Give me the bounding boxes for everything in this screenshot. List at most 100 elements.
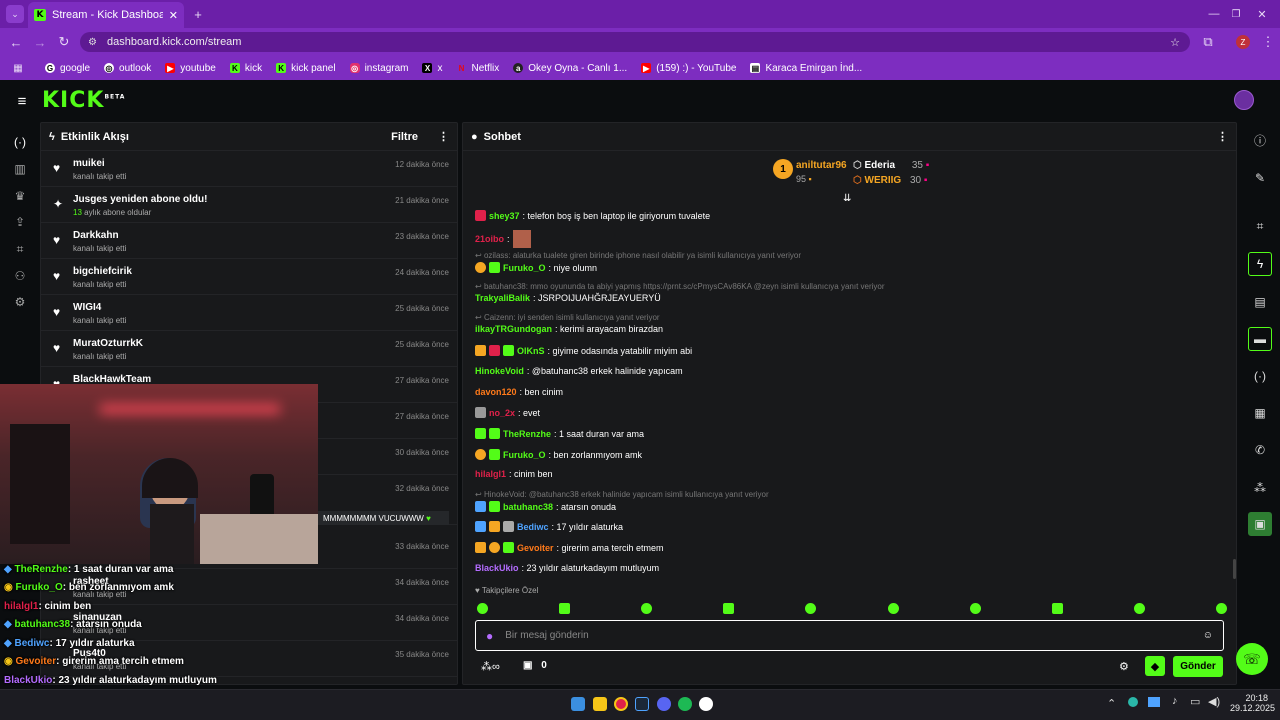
tab-close-icon[interactable]: ✕ [169,9,178,22]
chat-message[interactable]: Gevoiter: girerim ama tercih etmem [475,542,664,553]
chat-message[interactable]: Furuko_O: ben zorlanmıyom amk [475,449,642,460]
bookmark-x[interactable]: Xx [417,63,447,74]
spotify-icon[interactable] [678,697,692,711]
community-icon[interactable]: ⚇ [10,266,30,286]
tray-overflow-icon[interactable]: ⌃ [1107,697,1116,710]
emote-icon[interactable] [641,603,653,614]
emote-icon[interactable] [805,603,817,614]
screenshot-icon[interactable]: ⌗ [1248,214,1272,238]
back-icon[interactable]: ← [8,34,24,50]
volume-icon[interactable]: ◀) [1208,695,1220,708]
start-icon[interactable] [571,697,585,711]
emote-icon[interactable] [969,603,981,614]
maximize-icon[interactable]: ❐ [1228,6,1244,22]
quick-actions-icon[interactable]: ϟ [1248,252,1272,276]
mic-icon[interactable]: ● [486,629,493,643]
chat-message[interactable]: batuhanc38: atarsın onuda [475,501,616,512]
bookmark-youtube-2[interactable]: ▶ (159) :) - YouTube [636,63,741,74]
activity-item[interactable]: ♥ muikei kanalı takip etti 12 dakika önc… [41,151,457,187]
chat-reply-context[interactable]: ↩ HinokeVoid: @batuhanc38 erkek halinide… [475,490,769,499]
activity-item[interactable]: ♥ Darkkahn kanalı takip etti 23 dakika ö… [41,223,457,259]
document-icon[interactable]: ▤ [1248,290,1272,314]
bookmark-star-icon[interactable]: ☆ [1170,36,1180,49]
emote-icon[interactable] [887,603,899,614]
activity-menu-icon[interactable]: ⋮ [438,130,449,143]
chat-message[interactable]: davon120: ben cinim [475,387,563,397]
chat-user[interactable]: TrakyaliBalik [475,293,530,303]
profile-avatar[interactable]: Z [1236,35,1250,49]
hamburger-menu-icon[interactable]: ≡ [14,93,30,110]
steam-tray-icon[interactable] [1148,697,1160,707]
drops-counter[interactable]: ▣ 0 [523,660,547,671]
new-tab-icon[interactable]: + [190,6,206,22]
clock[interactable]: 20:18 29.12.2025 [1230,693,1275,713]
chat-reply-context[interactable]: ↩ batuhanc38: mmo oyununda ta abiyi yapm… [475,282,885,291]
url-bar[interactable]: ⚙ dashboard.kick.com/stream ☆ [80,32,1190,52]
chat-input[interactable]: ● Bir mesaj gönderin ☺ [475,620,1224,651]
chat-message[interactable]: Furuko_O: niye olumn [475,262,597,273]
bookmark-karaca[interactable]: ▤ Karaca Emirgan İnd... [745,63,867,74]
bookmark-netflix[interactable]: N Netflix [451,63,504,74]
chat-message[interactable]: no_2x: evet [475,407,540,418]
filter-button[interactable]: Filtre [391,131,418,143]
settings-gear-icon[interactable]: ⚙ [10,292,30,312]
live-icon[interactable]: (·) [10,132,30,152]
steam-icon[interactable] [635,697,649,711]
broadcast-icon[interactable]: (·) [1248,364,1272,388]
chat-user[interactable]: Bediwc [517,522,549,532]
mic-tray-icon[interactable]: ♪ [1172,695,1178,707]
kick-bot-icon[interactable]: ◆ [1145,656,1165,676]
chat-user[interactable]: Furuko_O [503,263,546,273]
chat-user[interactable]: BlackUkio [475,563,519,573]
reload-icon[interactable]: ↻ [56,34,72,50]
chat-message[interactable]: TheRenzhe: 1 saat duran var ama [475,428,644,439]
chat-message[interactable]: TrakyaliBalik: JSRPOIJUAHĞRJEAYUERYÜ [475,293,661,303]
chat-user[interactable]: shey37 [489,211,520,221]
emote-icon[interactable] [559,603,571,614]
emote-icon[interactable] [477,603,488,614]
chat-message[interactable]: ilkayTRGundogan: kerimi arayacam birazda… [475,324,663,334]
chat-toggle-icon[interactable]: ▬ [1248,327,1272,351]
chat-message[interactable]: hilalgl1: cinim ben [475,469,553,479]
send-button[interactable]: Gönder [1173,656,1223,677]
bookmark-google[interactable]: Ggoogle [40,63,95,74]
chat-user[interactable]: hilalgl1 [475,469,506,479]
activity-item[interactable]: ♥ MuratOzturrkK kanalı takip etti 25 dak… [41,331,457,367]
file-explorer-icon[interactable] [593,697,607,711]
chat-menu-icon[interactable]: ⋮ [1217,130,1228,143]
browser-tab[interactable]: K Stream - Kick Dashboard ✕ [28,2,184,28]
chat-reply-context[interactable]: ↩ ozilass: alaturka tualete giren birind… [475,251,801,260]
chat-user[interactable]: no_2x [489,408,515,418]
points-icon[interactable]: ⁂∞ [481,660,500,673]
analytics-icon[interactable]: ▥ [10,159,30,179]
forward-icon[interactable]: → [32,34,48,50]
user-avatar[interactable] [1234,90,1254,110]
leader-name[interactable]: aniltutar96 [796,160,847,171]
emote-icon[interactable] [723,603,735,614]
tab-search-icon[interactable]: ⌄ [6,5,24,23]
obs-icon[interactable] [699,697,713,711]
activity-item[interactable]: ♥ WIGI4 kanalı takip etti 25 dakika önce [41,295,457,331]
game-icon[interactable]: ▣ [1248,512,1272,536]
chat-user[interactable]: 21oibo [475,234,504,244]
discord-icon[interactable] [657,697,671,711]
chat-message[interactable]: BlackUkio: 23 yıldır alaturkadayım mutlu… [475,563,659,573]
chat-user[interactable]: ilkayTRGundogan [475,324,552,334]
site-info-icon[interactable]: ⚙ [88,37,97,48]
extensions-icon[interactable]: ⧉ [1200,34,1216,50]
emote-icon[interactable] [1133,603,1145,614]
chat-user[interactable]: batuhanc38 [503,502,553,512]
chat-user[interactable]: HinokeVoid [475,366,524,376]
community-share-icon[interactable]: ⁂ [1248,476,1272,500]
apps-grid-icon[interactable]: ▦ [10,60,26,76]
kick-logo[interactable]: KICKBETA [42,88,125,113]
chat-user[interactable]: Gevoiter [517,543,554,553]
wrench-icon[interactable]: ✆ [1248,438,1272,462]
browser-menu-icon[interactable]: ⋮ [1260,34,1276,50]
emoji-icon[interactable]: ☺ [1203,630,1213,641]
chat-reply-context[interactable]: ↩ Caizenn: iyi senden isimli kullanıcıya… [475,313,660,322]
trophy-icon[interactable]: ♛ [10,186,30,206]
activity-item[interactable]: ✦ Jusges yeniden abone oldu! 13 aylık ab… [41,187,457,223]
chat-user[interactable]: Furuko_O [503,450,546,460]
chat-message[interactable]: 21oibo: [475,230,531,248]
